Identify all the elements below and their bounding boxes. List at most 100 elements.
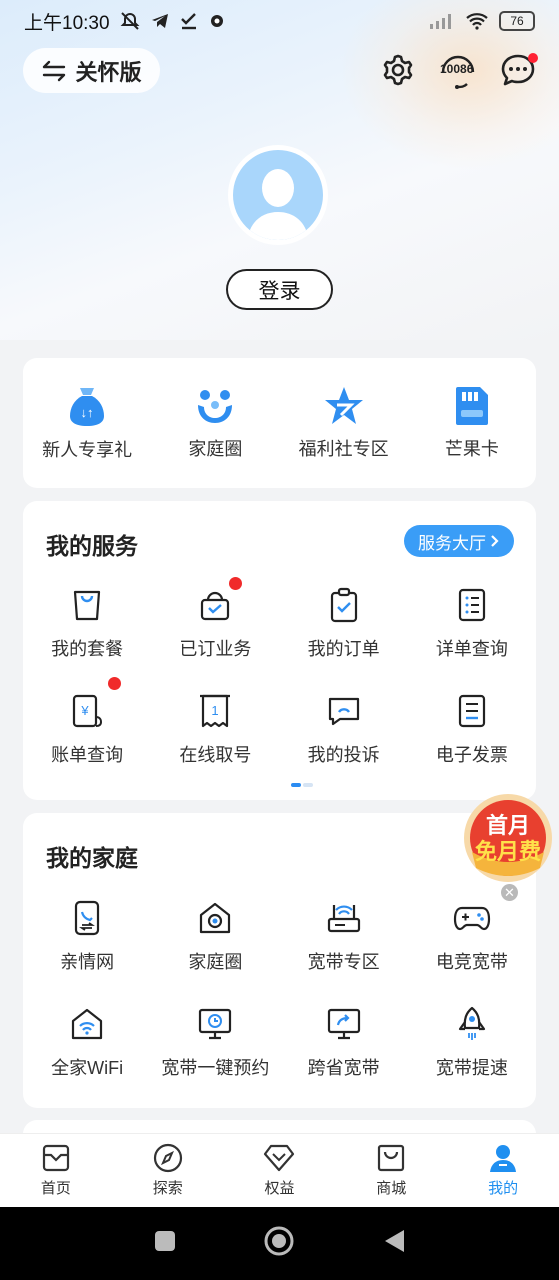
nav-home[interactable]: 首页 [0, 1134, 112, 1207]
service-label: 在线取号 [179, 745, 252, 765]
service-my-orders[interactable]: 我的订单 [280, 573, 408, 679]
list-doc-icon [458, 588, 485, 622]
swap-icon [43, 60, 66, 81]
family-label: 跨省宽带 [307, 1058, 380, 1078]
gift-bag-icon: ↓↑ [70, 388, 105, 426]
settings-button[interactable] [378, 50, 418, 90]
nav-label: 我的 [488, 1180, 519, 1197]
home-wifi-icon [72, 1008, 103, 1040]
service-my-complaints[interactable]: 我的投诉 [280, 679, 408, 785]
bill-yen-icon: ¥ [73, 694, 103, 728]
family-broadband-booking[interactable]: 宽带一键预约 [151, 992, 279, 1098]
gear-icon [383, 54, 413, 86]
service-hall-label: 服务大厅 [418, 533, 486, 553]
user-icon [490, 1145, 517, 1172]
quick-link-new-user-gift[interactable]: ↓↑ 新人专享礼 [23, 358, 151, 488]
family-label: 宽带一键预约 [161, 1058, 270, 1078]
clipboard-check-icon [330, 587, 357, 623]
service-label: 账单查询 [51, 745, 124, 765]
notification-dot [108, 677, 121, 690]
nav-label: 探索 [152, 1180, 183, 1197]
quick-link-label: 家庭圈 [188, 439, 243, 459]
service-my-plan[interactable]: 我的套餐 [23, 573, 151, 679]
nav-explore[interactable]: 探索 [112, 1134, 224, 1207]
nav-mine[interactable]: 我的 [447, 1134, 559, 1207]
diamond-icon [264, 1144, 295, 1172]
my-family-card: 我的家庭 亲情网 家庭圈 宽带专区 电竞宽带 全家WiFi 宽带一键预约 跨省宽… [23, 813, 536, 1108]
quick-link-label: 芒果卡 [444, 439, 499, 459]
service-usage-details[interactable]: 详单查询 [408, 573, 536, 679]
login-button[interactable]: 登录 [226, 269, 333, 310]
home-camera-icon [200, 902, 231, 934]
family-label: 电竞宽带 [435, 952, 508, 972]
family-label: 全家WiFi [51, 1058, 124, 1078]
my-services-card: 我的服务 服务大厅 我的套餐 已订业务 我的订单 详单查询 ¥ 账单查询 1 在… [23, 501, 536, 800]
svg-text:¥: ¥ [81, 703, 90, 718]
family-icon [198, 390, 233, 423]
quick-link-label: 新人专享礼 [42, 440, 133, 460]
back-triangle-icon [384, 1230, 404, 1252]
rocket-icon [458, 1006, 485, 1040]
hotline-button[interactable]: 10086 [437, 50, 479, 90]
promo-close-button[interactable]: ✕ [501, 884, 518, 901]
svg-text:1: 1 [212, 703, 219, 718]
page-indicator [291, 783, 313, 787]
quick-link-mango-card[interactable]: 芒果卡 [408, 358, 536, 488]
family-gaming-broadband[interactable]: 电竞宽带 [408, 886, 536, 992]
family-broadband-zone[interactable]: 宽带专区 [280, 886, 408, 992]
wifi-icon [466, 13, 488, 30]
service-online-queue[interactable]: 1 在线取号 [151, 679, 279, 785]
bag-icon [74, 590, 101, 621]
message-badge-dot [528, 53, 538, 63]
promo-line-2: 免月费 [474, 839, 541, 864]
nav-label: 商城 [376, 1180, 407, 1197]
home-system-button[interactable] [263, 1225, 295, 1262]
settings-small-icon [210, 15, 223, 27]
mute-alarm-icon [120, 12, 139, 30]
back-button[interactable] [382, 1228, 406, 1259]
notification-dot [229, 577, 243, 590]
bottom-nav: 首页 探索 权益 商城 我的 [0, 1133, 559, 1207]
recent-apps-button[interactable] [154, 1230, 176, 1257]
family-circle[interactable]: 家庭圈 [151, 886, 279, 992]
family-cross-province-broadband[interactable]: 跨省宽带 [280, 992, 408, 1098]
messages-button[interactable] [498, 50, 538, 90]
service-hall-button[interactable]: 服务大厅 [404, 525, 514, 557]
service-label: 已订业务 [179, 639, 252, 659]
user-silhouette-icon [247, 169, 309, 240]
compass-icon [153, 1143, 182, 1173]
service-subscribed[interactable]: 已订业务 [151, 573, 279, 679]
router-icon [327, 905, 360, 933]
quick-link-welfare-zone[interactable]: 福利社专区 [280, 358, 408, 488]
avatar[interactable] [228, 145, 328, 245]
quick-link-family-circle[interactable]: 家庭圈 [151, 358, 279, 488]
telegram-icon [151, 14, 168, 28]
invoice-icon [458, 694, 485, 728]
chevron-right-icon [491, 535, 499, 547]
family-label: 家庭圈 [188, 952, 243, 972]
family-kinship-network[interactable]: 亲情网 [23, 886, 151, 992]
ticket-icon: 1 [200, 694, 231, 728]
circle-icon [264, 1226, 293, 1256]
quick-link-label: 福利社专区 [298, 439, 389, 459]
service-label: 电子发票 [435, 745, 508, 765]
nav-mall[interactable]: 商城 [335, 1134, 447, 1207]
services-title: 我的服务 [46, 533, 138, 559]
square-icon [154, 1231, 175, 1251]
care-mode-button[interactable]: 关怀版 [23, 48, 160, 93]
status-bar: 上午10:30 76 [0, 0, 559, 42]
basket-check-icon [201, 591, 230, 621]
service-label: 我的套餐 [51, 639, 124, 659]
service-label: 详单查询 [435, 639, 508, 659]
family-whole-home-wifi[interactable]: 全家WiFi [23, 992, 151, 1098]
family-label: 亲情网 [60, 952, 115, 972]
nav-label: 首页 [40, 1180, 71, 1197]
first-month-free-promo[interactable]: 首月 免月费 [462, 792, 554, 884]
check-download-icon [180, 13, 196, 30]
service-e-invoice[interactable]: 电子发票 [408, 679, 536, 785]
nav-benefits[interactable]: 权益 [224, 1134, 336, 1207]
sim-card-icon [455, 387, 488, 425]
family-broadband-speedup[interactable]: 宽带提速 [408, 992, 536, 1098]
monitor-clock-icon [199, 1008, 232, 1040]
service-bill-query[interactable]: ¥ 账单查询 [23, 677, 151, 785]
